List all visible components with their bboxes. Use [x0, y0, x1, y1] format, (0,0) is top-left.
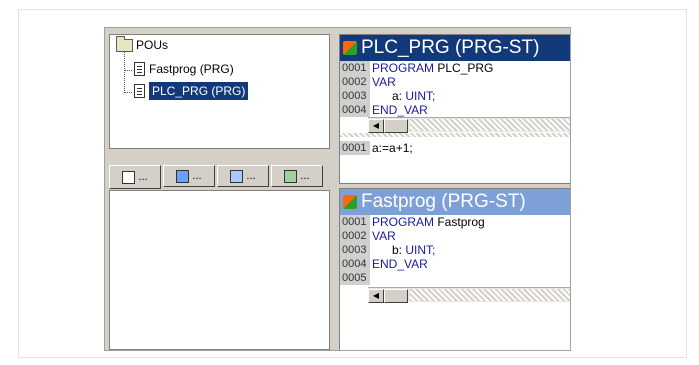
tree-line — [124, 70, 132, 71]
datatype-tab-icon — [176, 169, 190, 183]
pane-splitter[interactable] — [340, 133, 570, 137]
window-title: Fastprog (PRG-ST) — [361, 191, 526, 212]
editor-window-plc-prg[interactable]: PLC_PRG (PRG-ST) 0001 PROGRAM PLC_PRG 00… — [339, 34, 570, 184]
horizontal-scrollbar[interactable]: ◀ — [368, 117, 570, 133]
code-line: 0003 a: UINT; — [340, 89, 570, 103]
left-lower-pane — [109, 190, 330, 350]
code-line: 0004 END_VAR — [340, 103, 570, 117]
pou-tree: POUs Fastprog (PRG) PLC_PRG (PRG) — [109, 34, 330, 149]
tab-datatypes[interactable]: ... — [163, 165, 215, 187]
line-number: 0004 — [340, 103, 370, 117]
folder-icon — [116, 35, 133, 52]
code-text: a:=a+1; — [372, 141, 413, 155]
document-icon — [134, 62, 145, 76]
line-number: 0003 — [340, 243, 370, 257]
code-line: 0003 b: UINT; — [340, 243, 570, 257]
resources-tab-icon — [284, 169, 298, 183]
editor-window-fastprog[interactable]: Fastprog (PRG-ST) 0001 PROGRAM Fastprog … — [339, 188, 570, 350]
tree-line — [124, 92, 132, 93]
identifier: PLC_PRG — [434, 61, 494, 75]
keyword: END_VAR — [372, 103, 428, 117]
tree-line — [124, 51, 125, 93]
code-line: 0005 — [340, 271, 570, 285]
keyword: UINT; — [405, 243, 436, 257]
code-line: 0002 VAR — [340, 75, 570, 89]
tree-item-label: Fastprog (PRG) — [149, 62, 234, 76]
keyword: END_VAR — [372, 257, 428, 271]
keyword: VAR — [372, 75, 396, 89]
tree-item-plc-prg[interactable]: PLC_PRG (PRG) — [134, 82, 249, 100]
line-number: 0005 — [340, 271, 370, 285]
scroll-track[interactable] — [410, 119, 570, 131]
declaration-pane[interactable]: 0001 PROGRAM Fastprog 0002 VAR 0003 b: U… — [340, 215, 570, 285]
tree-item-fastprog[interactable]: Fastprog (PRG) — [134, 60, 234, 78]
scroll-track[interactable] — [410, 289, 570, 301]
line-number: 0002 — [340, 75, 370, 89]
object-tabs: ... ... ... ... — [109, 165, 323, 189]
visualization-tab-icon — [230, 169, 244, 183]
window-title-bar[interactable]: Fastprog (PRG-ST) — [340, 189, 570, 215]
code-line: 0001 PROGRAM PLC_PRG — [340, 61, 570, 75]
scroll-left-icon[interactable]: ◀ — [368, 289, 384, 303]
scroll-thumb[interactable] — [384, 289, 408, 303]
window-title-bar[interactable]: PLC_PRG (PRG-ST) — [340, 35, 570, 61]
keyword: UINT; — [405, 89, 436, 103]
line-number: 0001 — [340, 141, 370, 155]
code-line: 0002 VAR — [340, 229, 570, 243]
keyword: PROGRAM — [372, 61, 435, 75]
pou-tab-icon — [122, 170, 136, 184]
code-line: 0001 PROGRAM Fastprog — [340, 215, 570, 229]
scroll-thumb[interactable] — [384, 119, 408, 133]
line-number: 0001 — [340, 61, 370, 75]
identifier: Fastprog — [434, 215, 485, 229]
line-number: 0001 — [340, 215, 370, 229]
tree-root-label: POUs — [136, 38, 169, 52]
codesys-ide: POUs Fastprog (PRG) PLC_PRG (PRG) ... ..… — [104, 27, 571, 351]
code-line: 0004 END_VAR — [340, 257, 570, 271]
document-icon — [134, 84, 145, 98]
line-number: 0003 — [340, 89, 370, 103]
horizontal-scrollbar[interactable]: ◀ — [368, 287, 570, 303]
line-number: 0004 — [340, 257, 370, 271]
code-line: 0001 a:=a+1; — [340, 141, 570, 155]
pou-icon — [343, 41, 357, 55]
scroll-left-icon[interactable]: ◀ — [368, 119, 384, 133]
keyword: VAR — [372, 229, 396, 243]
window-title: PLC_PRG (PRG-ST) — [361, 37, 540, 58]
identifier: a: — [372, 89, 406, 103]
tab-visualizations[interactable]: ... — [217, 165, 269, 187]
declaration-pane[interactable]: 0001 PROGRAM PLC_PRG 0002 VAR 0003 a: UI… — [340, 61, 570, 117]
line-number: 0002 — [340, 229, 370, 243]
pou-icon — [343, 195, 357, 209]
tab-pous[interactable]: ... — [109, 165, 161, 189]
tree-item-label-selected: PLC_PRG (PRG) — [149, 82, 249, 100]
keyword: PROGRAM — [372, 215, 435, 229]
identifier: b: — [372, 243, 406, 257]
tab-resources[interactable]: ... — [271, 165, 323, 187]
